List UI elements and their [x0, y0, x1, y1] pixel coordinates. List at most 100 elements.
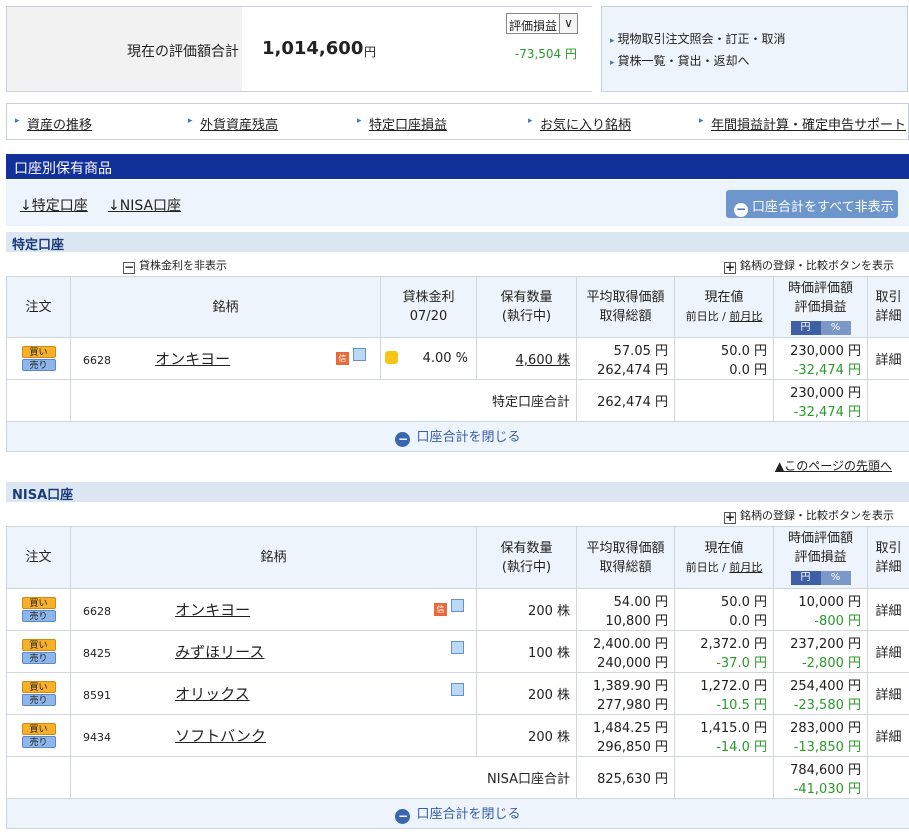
quantity-cell: 100 株 — [476, 630, 577, 673]
col-order: 注文 — [6, 276, 71, 338]
average-cost: 1,484.25 円 — [592, 720, 668, 736]
current-price: 50.0 円 — [720, 594, 767, 610]
month-change-link[interactable]: 前月比 — [729, 561, 762, 574]
account-total-pl: -32,474 円 — [793, 404, 861, 420]
nav-foreign-balance[interactable]: 外貨資産残高 — [200, 114, 278, 133]
month-change-link[interactable]: 前月比 — [729, 310, 762, 323]
average-cost: 1,389.90 円 — [592, 678, 668, 694]
detail-link[interactable]: 詳細 — [875, 688, 901, 703]
order-inquiry-link[interactable]: 現物取引注文照会・訂正・取消 — [618, 32, 786, 46]
account-jump-row: ↓特定口座 ↓NISA口座 − 口座合計をすべて非表示 — [6, 180, 909, 226]
lending-rate-toggle[interactable]: − 貸株金利を非表示 — [123, 257, 227, 274]
quantity-cell: 200 株 — [476, 588, 577, 631]
trade-buttons: 買い 売り — [6, 337, 71, 380]
cost-cell: 57.05 円 262,474 円 — [576, 337, 675, 380]
jump-nisa-link[interactable]: ↓NISA口座 — [108, 195, 181, 215]
sell-button[interactable]: 売り — [21, 735, 56, 748]
account-total-valuation: 230,000 円 -32,474 円 — [773, 379, 868, 422]
valuation-cell: 230,000 円 -32,474 円 — [773, 337, 868, 380]
calendar-icon[interactable] — [353, 348, 366, 361]
stock-name-link[interactable]: オンキヨー — [175, 601, 250, 619]
page-top-link[interactable]: ▲このページの先頭へ — [775, 457, 892, 474]
col-profit-loss-label: 評価損益 — [794, 550, 847, 565]
hide-all-totals-label: 口座合計をすべて非表示 — [752, 200, 894, 215]
stock-code: 9434 — [83, 731, 111, 744]
total-valuation-amount: 1,014,600 — [262, 38, 364, 59]
stock-name-link[interactable]: ソフトバンク — [175, 727, 266, 745]
calendar-icon[interactable] — [451, 683, 464, 696]
col-valuation-label: 時価評価額 — [787, 531, 853, 546]
col-average-cost-label: 平均取得価額 — [586, 540, 665, 556]
nisa-holdings-table: 注文 銘柄 保有数量 (執行中) 平均取得価額 取得総額 現在値 前日比 / 前月比 … — [6, 526, 909, 829]
close-total-button[interactable]: − 口座合計を閉じる — [6, 798, 909, 829]
close-total-button[interactable]: − 口座合計を閉じる — [6, 421, 909, 452]
compare-toggle-nisa[interactable]: + 銘柄の登録・比較ボタンを表示 — [724, 507, 894, 524]
sell-button[interactable]: 売り — [21, 693, 56, 706]
buy-button[interactable]: 買い — [21, 722, 56, 735]
detail-link[interactable]: 詳細 — [875, 604, 901, 619]
calendar-icon[interactable] — [451, 641, 464, 654]
price-change: 0.0 円 — [729, 362, 767, 378]
col-current-price-label: 現在値 — [704, 540, 744, 556]
calendar-icon[interactable] — [451, 599, 464, 612]
sell-button[interactable]: 売り — [21, 358, 56, 371]
yen-toggle[interactable]: 円 — [790, 320, 821, 335]
cost-cell: 1,389.90 円 277,980 円 — [576, 672, 675, 715]
stock-name-link[interactable]: みずほリース — [175, 643, 264, 661]
credit-icon[interactable]: 信 — [335, 352, 349, 365]
col-detail-label: 取引 — [875, 540, 902, 556]
stock-name-link[interactable]: オンキヨー — [155, 350, 230, 368]
compare-toggle-tokutei[interactable]: + 銘柄の登録・比較ボタンを表示 — [724, 257, 894, 274]
nav-annual-tax-support[interactable]: 年間損益計算・確定申告サポート — [711, 114, 906, 133]
percent-toggle[interactable]: % — [820, 320, 851, 335]
market-value: 10,000 円 — [798, 594, 861, 610]
col-lending-rate: 貸株金利 07/20 — [380, 276, 477, 338]
account-total-label: NISA口座合計 — [70, 756, 577, 799]
lending-coin-icon — [385, 351, 398, 364]
detail-cell: 詳細 — [867, 714, 909, 757]
cost-cell: 54.00 円 10,800 円 — [576, 588, 675, 631]
stock-name-link[interactable]: オリックス — [175, 685, 250, 703]
percent-toggle[interactable]: % — [820, 571, 851, 585]
detail-cell: 詳細 — [867, 672, 909, 715]
arrow-bullet-icon: ▸ — [188, 116, 193, 126]
col-valuation-label: 時価評価額 — [787, 280, 853, 296]
buy-button[interactable]: 買い — [21, 638, 56, 651]
quantity-link[interactable]: 4,600 株 — [516, 353, 570, 368]
jump-tokutei-link[interactable]: ↓特定口座 — [20, 195, 88, 215]
table-row: 買い 売り 8591 オリックス 200 株 1,389.90 円 277,980 … — [6, 672, 909, 715]
detail-link[interactable]: 詳細 — [875, 730, 901, 745]
nav-favorites[interactable]: お気に入り銘柄 — [540, 114, 631, 133]
detail-link[interactable]: 詳細 — [875, 646, 901, 661]
market-value: 254,400 円 — [790, 678, 861, 694]
current-price: 1,272.0 円 — [700, 678, 767, 694]
buy-button[interactable]: 買い — [21, 680, 56, 693]
col-profit-loss-label: 評価損益 — [794, 299, 847, 315]
detail-link[interactable]: 詳細 — [875, 353, 901, 368]
lending-list-link[interactable]: 貸株一覧・貸出・返却へ — [618, 54, 750, 68]
yen-toggle[interactable]: 円 — [790, 571, 821, 585]
hide-all-totals-button[interactable]: − 口座合計をすべて非表示 — [726, 190, 898, 218]
profit-loss: -23,580 円 — [793, 697, 861, 713]
total-cost: 262,474 円 — [597, 362, 668, 378]
price-cell: 1,272.0 円 -10.5 円 — [674, 672, 774, 715]
day-change-label: 前日比 — [685, 560, 719, 574]
valuation-type-select[interactable]: 評価損益 ∨ — [506, 13, 578, 34]
nav-specific-account-pl[interactable]: 特定口座損益 — [369, 114, 447, 133]
tokutei-account-title: 特定口座 — [6, 232, 909, 253]
quantity-cell: 4,600 株 — [476, 337, 577, 380]
col-quantity-label: 保有数量 — [500, 290, 553, 305]
sell-button[interactable]: 売り — [21, 609, 56, 622]
price-cell: 50.0 円 0.0 円 — [674, 588, 774, 631]
buy-button[interactable]: 買い — [21, 596, 56, 609]
col-total-cost-label: 取得総額 — [599, 309, 652, 324]
sell-button[interactable]: 売り — [21, 651, 56, 664]
stock-cell: 9434 ソフトバンク — [70, 714, 477, 757]
credit-icon[interactable]: 信 — [433, 603, 447, 616]
col-average-cost: 平均取得価額 取得総額 — [576, 526, 675, 589]
chevron-down-icon: ∨ — [559, 14, 577, 33]
market-value: 230,000 円 — [790, 343, 861, 359]
buy-button[interactable]: 買い — [21, 345, 56, 358]
nav-asset-history[interactable]: 資産の推移 — [27, 114, 92, 133]
col-quantity: 保有数量 (執行中) — [476, 276, 577, 338]
